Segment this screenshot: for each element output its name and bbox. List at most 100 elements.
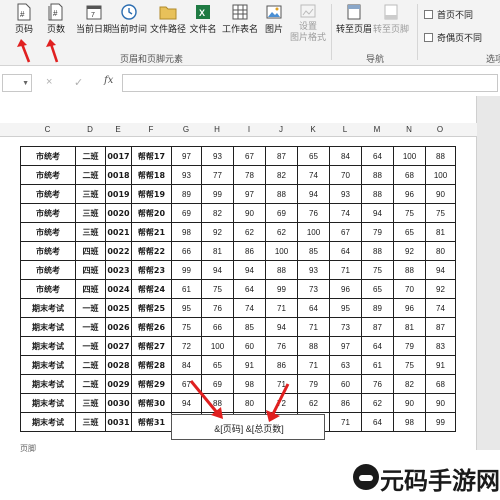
table-cell[interactable]: 期末考试 <box>20 336 76 356</box>
column-header[interactable]: F <box>131 123 171 137</box>
table-cell[interactable]: 帮帮24 <box>131 279 172 299</box>
table-cell[interactable]: 帮帮19 <box>131 184 172 204</box>
table-cell[interactable]: 0029 <box>105 374 132 394</box>
table-cell[interactable]: 市统考 <box>20 279 76 299</box>
table-cell[interactable]: 78 <box>233 165 266 185</box>
table-cell[interactable]: 90 <box>393 393 426 413</box>
table-cell[interactable]: 87 <box>361 317 394 337</box>
table-cell[interactable]: 帮帮27 <box>131 336 172 356</box>
table-cell[interactable]: 62 <box>297 393 330 413</box>
cancel-icon[interactable]: × <box>46 76 52 88</box>
table-cell[interactable]: 88 <box>265 184 298 204</box>
table-cell[interactable]: 99 <box>171 260 202 280</box>
table-cell[interactable]: 二班 <box>75 374 106 394</box>
table-cell[interactable]: 83 <box>425 336 456 356</box>
table-cell[interactable]: 74 <box>233 298 266 318</box>
table-cell[interactable]: 四班 <box>75 279 106 299</box>
table-cell[interactable]: 92 <box>201 222 234 242</box>
column-header[interactable]: G <box>171 123 201 137</box>
file-name-button[interactable]: X 文件名 <box>189 2 217 42</box>
table-cell[interactable]: 88 <box>297 336 330 356</box>
column-header[interactable]: E <box>105 123 131 137</box>
table-cell[interactable]: 69 <box>265 203 298 223</box>
table-cell[interactable]: 期末考试 <box>20 317 76 337</box>
column-header[interactable]: O <box>425 123 455 137</box>
table-cell[interactable]: 64 <box>361 336 394 356</box>
table-cell[interactable]: 76 <box>297 203 330 223</box>
table-cell[interactable]: 96 <box>393 184 426 204</box>
table-cell[interactable]: 90 <box>425 393 456 413</box>
table-cell[interactable]: 86 <box>329 393 362 413</box>
table-cell[interactable]: 92 <box>393 241 426 261</box>
table-cell[interactable]: 帮帮17 <box>131 146 172 166</box>
table-cell[interactable]: 94 <box>425 260 456 280</box>
table-cell[interactable]: 帮帮20 <box>131 203 172 223</box>
current-date-button[interactable]: 7 当前日期 <box>76 2 112 42</box>
table-cell[interactable]: 99 <box>425 412 456 432</box>
table-cell[interactable]: 0028 <box>105 355 132 375</box>
table-cell[interactable]: 99 <box>201 184 234 204</box>
table-cell[interactable]: 74 <box>425 298 456 318</box>
table-cell[interactable]: 71 <box>265 298 298 318</box>
table-cell[interactable]: 帮帮26 <box>131 317 172 337</box>
table-cell[interactable]: 88 <box>265 260 298 280</box>
table-cell[interactable]: 89 <box>171 184 202 204</box>
table-cell[interactable]: 89 <box>361 298 394 318</box>
table-cell[interactable]: 三班 <box>75 393 106 413</box>
table-cell[interactable]: 61 <box>171 279 202 299</box>
table-cell[interactable]: 86 <box>233 241 266 261</box>
table-cell[interactable]: 二班 <box>75 146 106 166</box>
table-cell[interactable]: 76 <box>361 374 394 394</box>
table-cell[interactable]: 81 <box>393 317 426 337</box>
table-cell[interactable]: 88 <box>393 260 426 280</box>
table-cell[interactable]: 71 <box>297 355 330 375</box>
file-path-button[interactable]: 文件路径 <box>150 2 186 42</box>
table-cell[interactable]: 帮帮22 <box>131 241 172 261</box>
table-cell[interactable]: 0031 <box>105 412 132 432</box>
table-cell[interactable]: 75 <box>393 203 426 223</box>
table-cell[interactable]: 0020 <box>105 203 132 223</box>
table-cell[interactable]: 81 <box>425 222 456 242</box>
table-cell[interactable]: 68 <box>425 374 456 394</box>
table-cell[interactable]: 65 <box>201 355 234 375</box>
table-cell[interactable]: 87 <box>265 146 298 166</box>
table-cell[interactable]: 67 <box>233 146 266 166</box>
table-cell[interactable]: 79 <box>297 374 330 394</box>
table-cell[interactable]: 0026 <box>105 317 132 337</box>
table-cell[interactable]: 帮帮25 <box>131 298 172 318</box>
table-cell[interactable]: 91 <box>233 355 266 375</box>
table-cell[interactable]: 70 <box>393 279 426 299</box>
table-cell[interactable]: 85 <box>233 317 266 337</box>
table-cell[interactable]: 73 <box>297 279 330 299</box>
table-cell[interactable]: 二班 <box>75 355 106 375</box>
table-cell[interactable]: 79 <box>393 336 426 356</box>
table-cell[interactable]: 四班 <box>75 260 106 280</box>
table-cell[interactable]: 帮帮30 <box>131 393 172 413</box>
table-cell[interactable]: 94 <box>265 317 298 337</box>
table-cell[interactable]: 0025 <box>105 298 132 318</box>
table-cell[interactable]: 84 <box>329 146 362 166</box>
table-cell[interactable]: 75 <box>425 203 456 223</box>
table-cell[interactable]: 0023 <box>105 260 132 280</box>
table-cell[interactable]: 98 <box>171 222 202 242</box>
table-cell[interactable]: 三班 <box>75 222 106 242</box>
table-cell[interactable]: 一班 <box>75 336 106 356</box>
table-cell[interactable]: 75 <box>201 279 234 299</box>
table-cell[interactable]: 62 <box>361 393 394 413</box>
table-cell[interactable]: 帮帮31 <box>131 412 172 432</box>
table-cell[interactable]: 0024 <box>105 279 132 299</box>
table-cell[interactable]: 75 <box>171 317 202 337</box>
table-cell[interactable]: 市统考 <box>20 165 76 185</box>
table-cell[interactable]: 79 <box>361 222 394 242</box>
table-cell[interactable]: 0018 <box>105 165 132 185</box>
table-cell[interactable]: 69 <box>171 203 202 223</box>
table-cell[interactable]: 82 <box>201 203 234 223</box>
table-cell[interactable]: 73 <box>329 317 362 337</box>
table-cell[interactable]: 82 <box>265 165 298 185</box>
goto-header-button[interactable]: 转至页眉 <box>336 2 372 42</box>
table-cell[interactable]: 86 <box>265 355 298 375</box>
table-cell[interactable]: 65 <box>297 146 330 166</box>
table-cell[interactable]: 74 <box>297 165 330 185</box>
table-cell[interactable]: 61 <box>361 355 394 375</box>
table-cell[interactable]: 100 <box>297 222 330 242</box>
